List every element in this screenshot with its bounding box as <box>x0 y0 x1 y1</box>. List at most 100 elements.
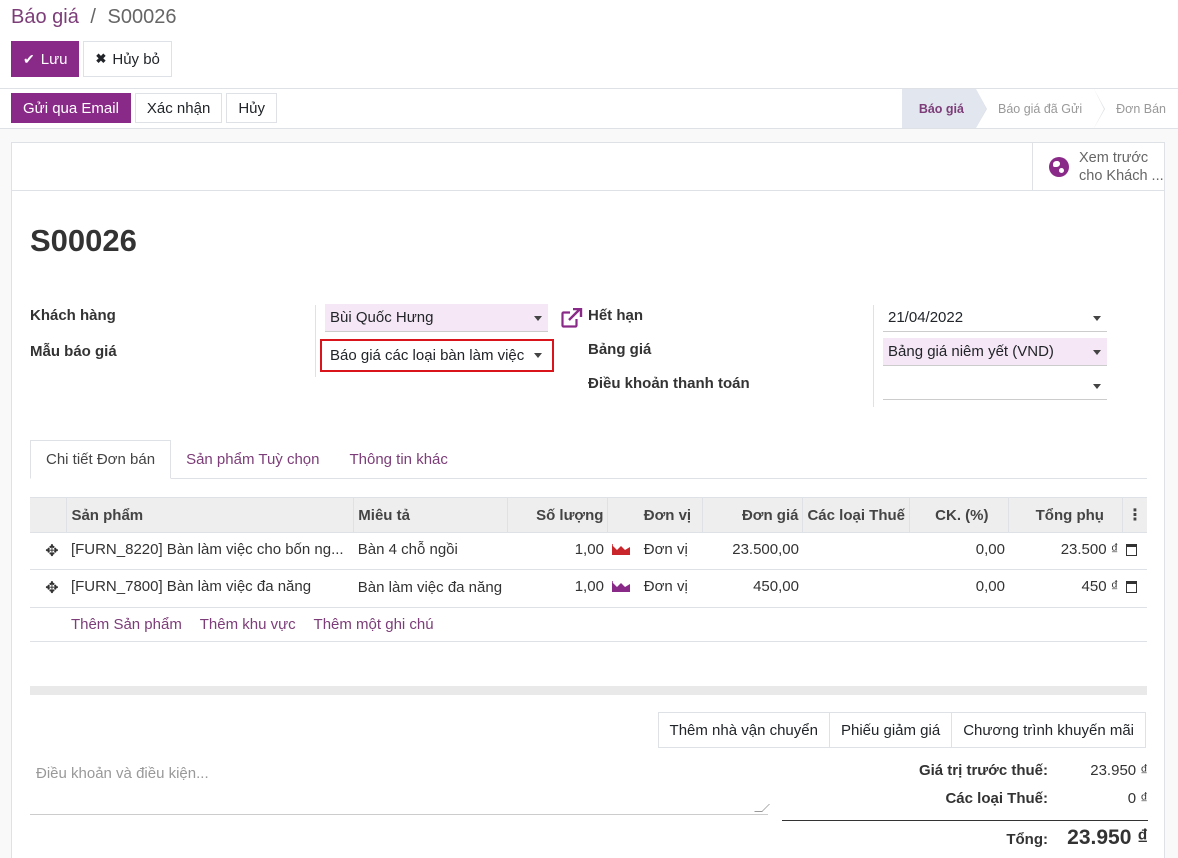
group-divider <box>315 305 316 377</box>
chevron-down-icon <box>1093 384 1101 389</box>
customer-preview-line2: cho Khách ... <box>1079 168 1164 184</box>
tab-other-info[interactable]: Thông tin khác <box>334 440 462 479</box>
close-icon: ✖ <box>95 51 107 66</box>
save-label: Lưu <box>40 50 68 68</box>
forecast-chart-icon[interactable] <box>607 532 640 570</box>
save-button[interactable]: ✔ Lưu <box>11 41 80 77</box>
chevron-down-icon <box>1093 350 1101 355</box>
total-label: Tổng: <box>1006 831 1048 848</box>
line-subtotal: 450 ₫ <box>1008 569 1123 608</box>
stage-quotation-label: Báo giá <box>918 101 964 116</box>
line-taxes[interactable] <box>802 532 910 570</box>
line-unit-price[interactable]: 450,00 <box>702 569 803 608</box>
expiration-field[interactable]: 21/04/2022 <box>883 304 1107 332</box>
breadcrumb-current: S00026 <box>107 6 177 28</box>
tab-optional-products[interactable]: Sản phẩm Tuỳ chọn <box>171 440 334 479</box>
line-uom[interactable]: Đơn vị <box>639 532 703 570</box>
stage-pipeline: Báo giá Báo giá đã Gửi Đơn Bán <box>901 89 1178 128</box>
terms-placeholder: Điều khoản và điều kiện... <box>36 765 209 782</box>
breadcrumb-parent-link[interactable]: Báo giá <box>11 6 79 28</box>
column-discount[interactable]: CK. (%) <box>908 497 1009 533</box>
customer-field[interactable]: Bùi Quốc Hưng <box>325 304 548 332</box>
line-subtotal: 23.500 ₫ <box>1008 532 1123 570</box>
add-note-link[interactable]: Thêm một ghi chú <box>314 616 434 633</box>
customer-label: Khách hàng <box>30 307 116 324</box>
discard-label: Hủy bỏ <box>112 50 160 68</box>
line-quantity[interactable]: 1,00 <box>507 532 608 570</box>
taxes-value: 0 ₫ <box>1127 790 1148 807</box>
line-discount[interactable]: 0,00 <box>909 569 1009 608</box>
stage-quotation-sent[interactable]: Báo giá đã Gửi <box>975 89 1106 128</box>
payment-terms-label: Điều khoản thanh toán <box>588 375 750 392</box>
add-line-row: Thêm Sản phẩm Thêm khu vực Thêm một ghi … <box>30 607 1147 642</box>
table-header-row: Sản phẩm Miêu tả Số lượng Đơn vị Đơn giá… <box>30 497 1147 533</box>
chevron-down-icon <box>1093 316 1101 321</box>
highlight-box <box>320 339 554 372</box>
tab-order-lines[interactable]: Chi tiết Đơn bán <box>30 440 172 479</box>
table-row[interactable]: ✥ [FURN_7800] Bàn làm việc đa năng Bàn l… <box>30 569 1147 608</box>
line-product[interactable]: [FURN_7800] Bàn làm việc đa năng <box>66 569 354 608</box>
cancel-button[interactable]: Hủy <box>226 93 277 123</box>
order-lines-table: Sản phẩm Miêu tả Số lượng Đơn vị Đơn giá… <box>30 497 1147 642</box>
column-taxes[interactable]: Các loại Thuế <box>802 497 910 533</box>
breadcrumb: Báo giá / S00026 <box>11 6 177 29</box>
terms-textarea[interactable]: Điều khoản và điều kiện... <box>30 759 770 815</box>
order-name: S00026 <box>30 223 137 258</box>
column-subtotal[interactable]: Tổng phụ <box>1008 497 1123 533</box>
send-email-button[interactable]: Gửi qua Email <box>11 93 131 123</box>
control-panel: Báo giá / S00026 ✔ Lưu ✖ Hủy bỏ <box>0 0 1178 89</box>
pricelist-field[interactable]: Bảng giá niêm yết (VND) <box>883 338 1107 366</box>
form-sheet: Xem trước cho Khách ... S00026 Khách hàn… <box>11 142 1165 858</box>
column-description[interactable]: Miêu tả <box>353 497 508 533</box>
column-handle <box>30 497 67 533</box>
column-product[interactable]: Sản phẩm <box>66 497 354 533</box>
expiration-value: 21/04/2022 <box>888 309 964 326</box>
payment-terms-field[interactable] <box>883 372 1107 400</box>
trash-icon[interactable] <box>1126 581 1138 593</box>
column-uom[interactable]: Đơn vị <box>639 497 703 533</box>
quote-template-label: Mẫu báo giá <box>30 343 117 360</box>
trash-icon[interactable] <box>1126 544 1138 556</box>
column-unit-price[interactable]: Đơn giá <box>702 497 803 533</box>
line-quantity[interactable]: 1,00 <box>507 569 608 608</box>
customer-preview-button[interactable]: Xem trước cho Khách ... <box>1032 143 1164 191</box>
pricelist-value: Bảng giá niêm yết (VND) <box>888 343 1054 360</box>
add-shipping-button[interactable]: Thêm nhà vận chuyển <box>657 712 830 748</box>
line-description[interactable]: Bàn làm việc đa năng <box>353 569 508 608</box>
table-footer-bar <box>30 686 1147 695</box>
coupon-button[interactable]: Phiếu giảm giá <box>828 712 953 748</box>
table-row[interactable]: ✥ [FURN_8220] Bàn làm việc cho bốn ng...… <box>30 532 1147 570</box>
line-unit-price[interactable]: 23.500,00 <box>702 532 803 570</box>
add-section-link[interactable]: Thêm khu vực <box>200 616 296 633</box>
drag-handle-icon[interactable]: ✥ <box>43 541 61 561</box>
breadcrumb-separator: / <box>90 6 96 28</box>
line-discount[interactable]: 0,00 <box>909 532 1009 570</box>
stage-quotation[interactable]: Báo giá <box>901 89 987 128</box>
promotions-button[interactable]: Chương trình khuyến mãi <box>951 712 1146 748</box>
column-quantity[interactable]: Số lượng <box>507 497 608 533</box>
drag-handle-icon[interactable]: ✥ <box>43 578 61 598</box>
add-product-link[interactable]: Thêm Sản phẩm <box>71 616 182 633</box>
line-description[interactable]: Bàn 4 chỗ ngồi <box>353 532 508 570</box>
totals-separator <box>782 820 1148 821</box>
untaxed-label: Giá trị trước thuế: <box>918 762 1048 779</box>
totals-panel: Giá trị trước thuế: 23.950 ₫ Các loại Th… <box>782 762 1148 858</box>
check-icon: ✔ <box>23 50 35 67</box>
line-taxes[interactable] <box>802 569 910 608</box>
external-link-icon[interactable] <box>561 307 583 328</box>
line-uom[interactable]: Đơn vị <box>639 569 703 608</box>
resize-handle-icon[interactable] <box>754 804 770 812</box>
forecast-chart-icon[interactable] <box>607 569 640 608</box>
line-product[interactable]: [FURN_8220] Bàn làm việc cho bốn ng... <box>66 532 354 570</box>
column-forecast <box>607 497 640 533</box>
stage-sales-order-label: Đơn Bán <box>1116 101 1166 116</box>
customer-preview-line1: Xem trước <box>1079 150 1149 166</box>
statusbar: Gửi qua Email Xác nhận Hủy Báo giá Báo g… <box>0 89 1178 129</box>
group-divider <box>873 305 874 407</box>
confirm-button[interactable]: Xác nhận <box>134 93 223 123</box>
stage-sales-order[interactable]: Đơn Bán <box>1094 89 1178 128</box>
optional-columns-toggle[interactable]: ⋮ <box>1121 497 1147 533</box>
discard-button[interactable]: ✖ Hủy bỏ <box>83 41 172 77</box>
notebook-tabs: Chi tiết Đơn bán Sản phẩm Tuỳ chọn Thông… <box>30 440 1147 479</box>
total-value: 23.950 ₫ <box>1067 826 1148 849</box>
